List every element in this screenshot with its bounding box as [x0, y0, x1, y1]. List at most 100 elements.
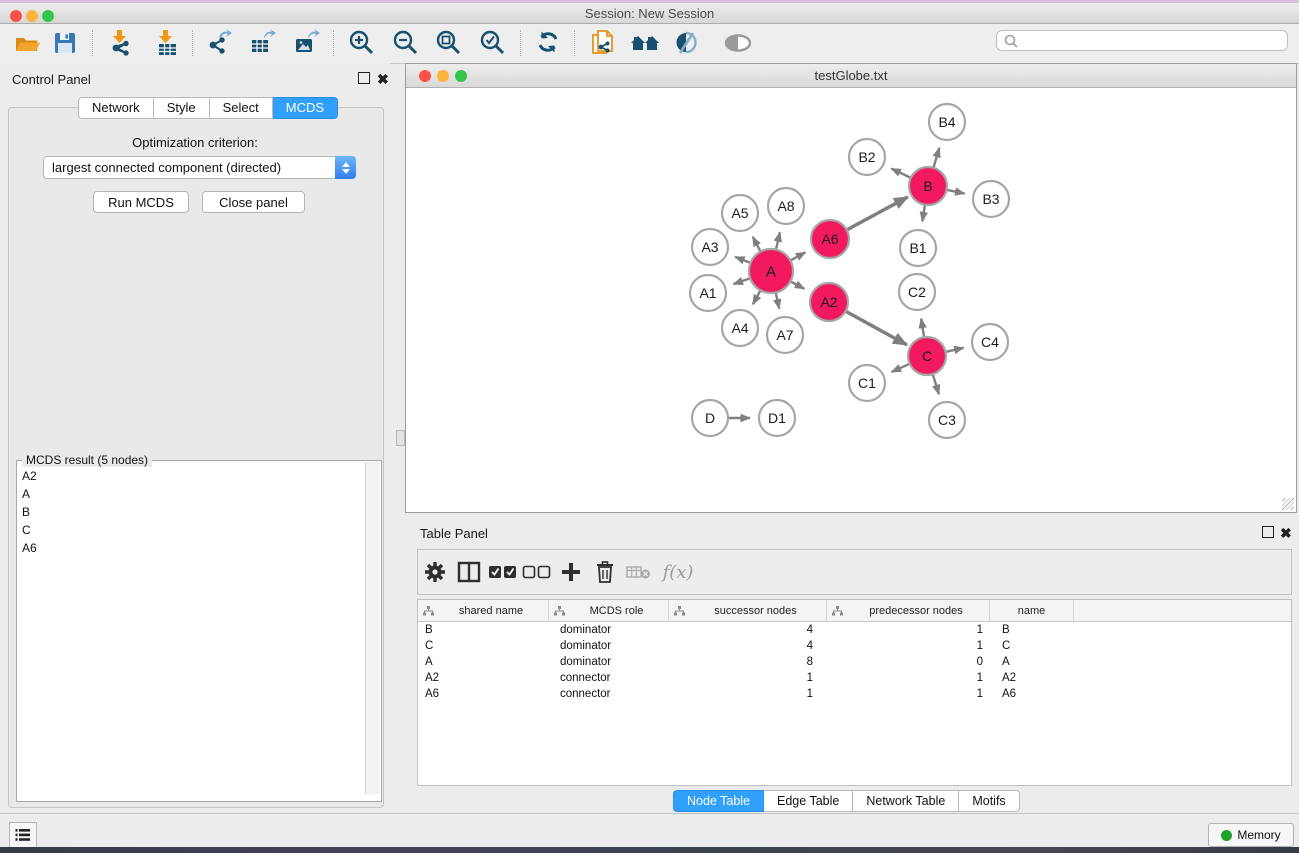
- run-mcds-button[interactable]: Run MCDS: [93, 191, 189, 213]
- network-node-A[interactable]: A: [749, 249, 793, 293]
- hide-graphics-details-button[interactable]: [671, 28, 701, 58]
- table-settings-button[interactable]: [418, 560, 452, 584]
- network-node-C4[interactable]: C4: [972, 324, 1008, 360]
- table-panel-tabs: Node Table Edge Table Network Table Moti…: [673, 790, 1020, 810]
- tab-network[interactable]: Network: [78, 97, 154, 119]
- network-node-A5[interactable]: A5: [722, 195, 758, 231]
- network-node-C2[interactable]: C2: [899, 274, 935, 310]
- network-node-A6[interactable]: A6: [811, 220, 849, 258]
- toolbar-separator: [192, 30, 193, 56]
- network-node-C[interactable]: C: [908, 337, 946, 375]
- home-views-button[interactable]: [630, 28, 660, 58]
- node-label: D: [705, 410, 715, 426]
- search-input[interactable]: [1019, 33, 1273, 49]
- table-row[interactable]: Adominator80A: [418, 654, 1291, 670]
- delete-table-button[interactable]: [622, 563, 656, 581]
- tab-network-table[interactable]: Network Table: [853, 790, 959, 812]
- mcds-result-scrollbar[interactable]: [365, 462, 380, 794]
- network-node-C1[interactable]: C1: [849, 365, 885, 401]
- table-row[interactable]: Cdominator41C: [418, 638, 1291, 654]
- table-row[interactable]: A6connector11A6: [418, 686, 1291, 702]
- select-all-columns-button[interactable]: [486, 564, 520, 580]
- unselect-all-columns-button[interactable]: [520, 564, 554, 580]
- network-edge[interactable]: [843, 310, 907, 345]
- node-label: D1: [768, 410, 786, 426]
- optimization-criterion-label: Optimization criterion:: [0, 135, 390, 150]
- network-node-A2[interactable]: A2: [810, 283, 848, 321]
- tab-motifs[interactable]: Motifs: [959, 790, 1019, 812]
- open-session-button[interactable]: [12, 28, 42, 58]
- network-node-B[interactable]: B: [909, 167, 947, 205]
- tab-mcds[interactable]: MCDS: [273, 97, 338, 119]
- network-view-window: testGlobe.txt B4B2BB3A5A8A6A3B1AA1C2A2A4…: [405, 63, 1297, 513]
- window-titlebar: Session: New Session: [0, 3, 1299, 24]
- import-network-button[interactable]: [106, 28, 136, 58]
- criterion-dropdown[interactable]: largest connected component (directed): [43, 156, 356, 179]
- node-table[interactable]: shared nameMCDS rolesuccessor nodesprede…: [417, 599, 1292, 786]
- network-node-A1[interactable]: A1: [690, 275, 726, 311]
- mcds-result-item[interactable]: A6: [17, 539, 363, 557]
- network-node-B4[interactable]: B4: [929, 104, 965, 140]
- zoom-out-button[interactable]: [391, 28, 421, 58]
- show-graphics-details-button[interactable]: [722, 28, 752, 58]
- refresh-button[interactable]: [534, 28, 564, 58]
- column-header[interactable]: MCDS role: [549, 600, 669, 621]
- memory-button[interactable]: Memory: [1208, 823, 1294, 847]
- node-label: C: [922, 348, 932, 364]
- network-node-B2[interactable]: B2: [849, 139, 885, 175]
- mcds-result-item[interactable]: C: [17, 521, 363, 539]
- network-node-A7[interactable]: A7: [767, 317, 803, 353]
- tab-edge-table[interactable]: Edge Table: [764, 790, 853, 812]
- table-cell: 1: [827, 688, 990, 700]
- vertical-splitter-handle[interactable]: [396, 430, 405, 446]
- table-cell: A: [990, 656, 1074, 668]
- column-header[interactable]: predecessor nodes: [827, 600, 990, 621]
- mcds-result-list[interactable]: A2ABCA6: [17, 467, 363, 795]
- network-node-C3[interactable]: C3: [929, 402, 965, 438]
- column-header[interactable]: shared name: [418, 600, 549, 621]
- toggle-column-view-button[interactable]: [452, 561, 486, 583]
- close-table-panel-icon[interactable]: ✖: [1280, 525, 1292, 542]
- close-panel-button[interactable]: Close panel: [202, 191, 305, 213]
- network-node-A3[interactable]: A3: [692, 229, 728, 265]
- toolbar-separator: [574, 30, 575, 56]
- table-row[interactable]: Bdominator41B: [418, 622, 1291, 638]
- float-table-panel-icon[interactable]: [1262, 526, 1274, 538]
- network-node-B3[interactable]: B3: [973, 181, 1009, 217]
- create-column-button[interactable]: [554, 561, 588, 583]
- network-canvas[interactable]: B4 B2 B B3 A5 A8A6 A3 B1 A A1 C2 A2 A4A7 C4 C C1 D D1 C3: [406, 88, 1296, 512]
- plus-icon: [560, 561, 582, 583]
- copy-network-button[interactable]: [589, 28, 619, 58]
- export-table-button[interactable]: [247, 28, 277, 58]
- network-node-D1[interactable]: D1: [759, 400, 795, 436]
- window-resize-grip[interactable]: [1282, 498, 1294, 510]
- tab-style[interactable]: Style: [154, 97, 210, 119]
- network-node-A8[interactable]: A8: [768, 188, 804, 224]
- network-node-B1[interactable]: B1: [900, 230, 936, 266]
- mcds-result-item[interactable]: A: [17, 485, 363, 503]
- import-table-button[interactable]: [152, 28, 182, 58]
- tab-node-table[interactable]: Node Table: [673, 790, 764, 812]
- export-network-button[interactable]: [204, 28, 234, 58]
- column-header[interactable]: name: [990, 600, 1074, 621]
- network-edge[interactable]: [844, 197, 908, 231]
- export-image-button[interactable]: [291, 28, 321, 58]
- function-builder-button[interactable]: f(x): [656, 562, 700, 583]
- search-field[interactable]: [996, 30, 1288, 51]
- task-history-button[interactable]: [9, 822, 37, 848]
- zoom-selected-button[interactable]: [478, 28, 508, 58]
- delete-column-button[interactable]: [588, 560, 622, 584]
- close-panel-icon[interactable]: ✖: [377, 71, 389, 88]
- zoom-in-button[interactable]: [347, 28, 377, 58]
- table-row[interactable]: A2connector11A2: [418, 670, 1291, 686]
- column-header[interactable]: successor nodes: [669, 600, 827, 621]
- zoom-fit-button[interactable]: [434, 28, 464, 58]
- mcds-result-item[interactable]: A2: [17, 467, 363, 485]
- tab-select[interactable]: Select: [210, 97, 273, 119]
- network-node-A4[interactable]: A4: [722, 310, 758, 346]
- float-panel-icon[interactable]: [358, 72, 370, 84]
- mcds-result-item[interactable]: B: [17, 503, 363, 521]
- save-session-button[interactable]: [50, 28, 80, 58]
- node-label: C3: [938, 412, 956, 428]
- network-node-D[interactable]: D: [692, 400, 728, 436]
